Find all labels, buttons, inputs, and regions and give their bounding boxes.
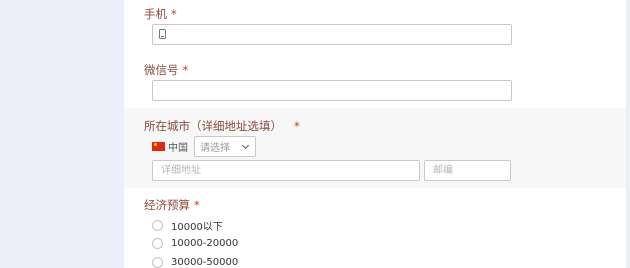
phone-section: 手机 * bbox=[124, 0, 626, 54]
budget-label-text: 经济预算 bbox=[144, 198, 190, 212]
budget-option-label: 30000-50000 bbox=[171, 256, 239, 268]
phone-required-mark: * bbox=[171, 7, 177, 21]
city-label: 所在城市（详细地址选填） * bbox=[144, 118, 300, 134]
budget-option[interactable]: 10000以下 bbox=[152, 218, 223, 233]
budget-required-mark: * bbox=[194, 198, 200, 212]
wechat-input[interactable] bbox=[152, 80, 512, 101]
phone-icon bbox=[159, 29, 166, 39]
address-input[interactable] bbox=[152, 160, 420, 181]
country-name: 中国 bbox=[168, 142, 188, 154]
budget-section: 经济预算 * 10000以下 10000-20000 30000-50000 bbox=[124, 188, 626, 268]
city-required-mark: * bbox=[294, 119, 300, 133]
region-select[interactable]: 请选择 bbox=[194, 136, 256, 157]
budget-option-label: 10000-20000 bbox=[171, 237, 239, 249]
region-select-placeholder: 请选择 bbox=[200, 143, 230, 154]
budget-label: 经济预算 * bbox=[144, 197, 200, 213]
radio-button[interactable] bbox=[152, 256, 163, 268]
wechat-label: 微信号 * bbox=[144, 62, 188, 78]
wechat-required-mark: * bbox=[182, 63, 189, 77]
wechat-section: 微信号 * bbox=[124, 54, 626, 108]
phone-label: 手机 * bbox=[144, 6, 177, 22]
china-flag-icon bbox=[152, 141, 165, 151]
budget-option[interactable]: 10000-20000 bbox=[152, 236, 238, 250]
budget-option[interactable]: 30000-50000 bbox=[152, 255, 238, 268]
chevron-down-icon bbox=[241, 141, 250, 150]
phone-input[interactable] bbox=[152, 24, 512, 45]
postcode-input[interactable] bbox=[424, 160, 511, 181]
city-label-text: 所在城市（详细地址选填） bbox=[144, 119, 282, 133]
radio-button[interactable] bbox=[152, 219, 163, 231]
budget-option-label: 10000以下 bbox=[171, 221, 223, 233]
country-display: 中国 bbox=[152, 136, 188, 156]
radio-button[interactable] bbox=[152, 237, 163, 249]
form-card: 手机* 微信号* 所在城市（详细地址选填）* 中国 请选择 经济预算* bbox=[124, 0, 626, 268]
phone-label-text: 手机 bbox=[144, 7, 167, 21]
wechat-label-text: 微信号 bbox=[144, 63, 179, 77]
city-section: 所在城市（详细地址选填） * 中国 请选择 bbox=[124, 108, 626, 188]
